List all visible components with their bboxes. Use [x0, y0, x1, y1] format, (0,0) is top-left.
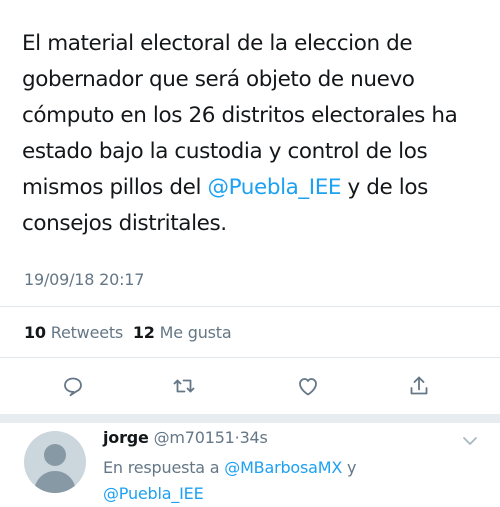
like-label: Me gusta [159, 323, 232, 342]
chevron-down-icon[interactable] [460, 431, 480, 451]
retweet-icon [173, 379, 195, 393]
reply-time: 34s [239, 428, 268, 447]
tweet-body: El material electoral de la eleccion de … [22, 26, 487, 242]
reply-conjunction: y [347, 458, 357, 477]
divider [0, 306, 500, 307]
reply-author-handle: @m70151 [153, 428, 235, 447]
likes-stat[interactable]: 12 Me gusta [133, 323, 232, 342]
tweet-timestamp: 19/09/18 20:17 [24, 270, 145, 289]
avatar[interactable] [24, 431, 86, 493]
like-count: 12 [132, 323, 155, 342]
tweet-stats: 10 Retweets 12 Me gusta [24, 323, 232, 342]
retweets-stat[interactable]: 10 Retweets [24, 323, 123, 342]
share-button[interactable] [403, 370, 435, 402]
reply-author-name[interactable]: jorge [103, 428, 149, 447]
reply-tweet[interactable]: jorge @m70151·34s En respuesta a @MBarbo… [0, 423, 500, 505]
retweet-button[interactable] [168, 370, 200, 402]
retweet-label: Retweets [50, 323, 124, 342]
mention-link[interactable]: @Puebla_IEE [208, 175, 342, 200]
reply-header: jorge @m70151·34s [103, 428, 268, 447]
like-button[interactable] [292, 370, 324, 402]
default-avatar-icon [34, 444, 76, 493]
retweet-count: 10 [24, 323, 46, 342]
reply-context-prefix: En respuesta a [103, 458, 220, 477]
action-bar [0, 370, 500, 402]
heart-icon [299, 378, 317, 396]
share-icon [410, 376, 428, 395]
reply-mention-1[interactable]: @MBarbosaMX [224, 458, 342, 477]
reply-context: En respuesta a @MBarbosaMX y @Puebla_IEE [103, 455, 433, 507]
reply-button[interactable] [57, 370, 89, 402]
divider [0, 357, 500, 358]
reply-mention-2[interactable]: @Puebla_IEE [103, 484, 204, 503]
section-divider [0, 414, 500, 423]
reply-icon [64, 377, 82, 397]
